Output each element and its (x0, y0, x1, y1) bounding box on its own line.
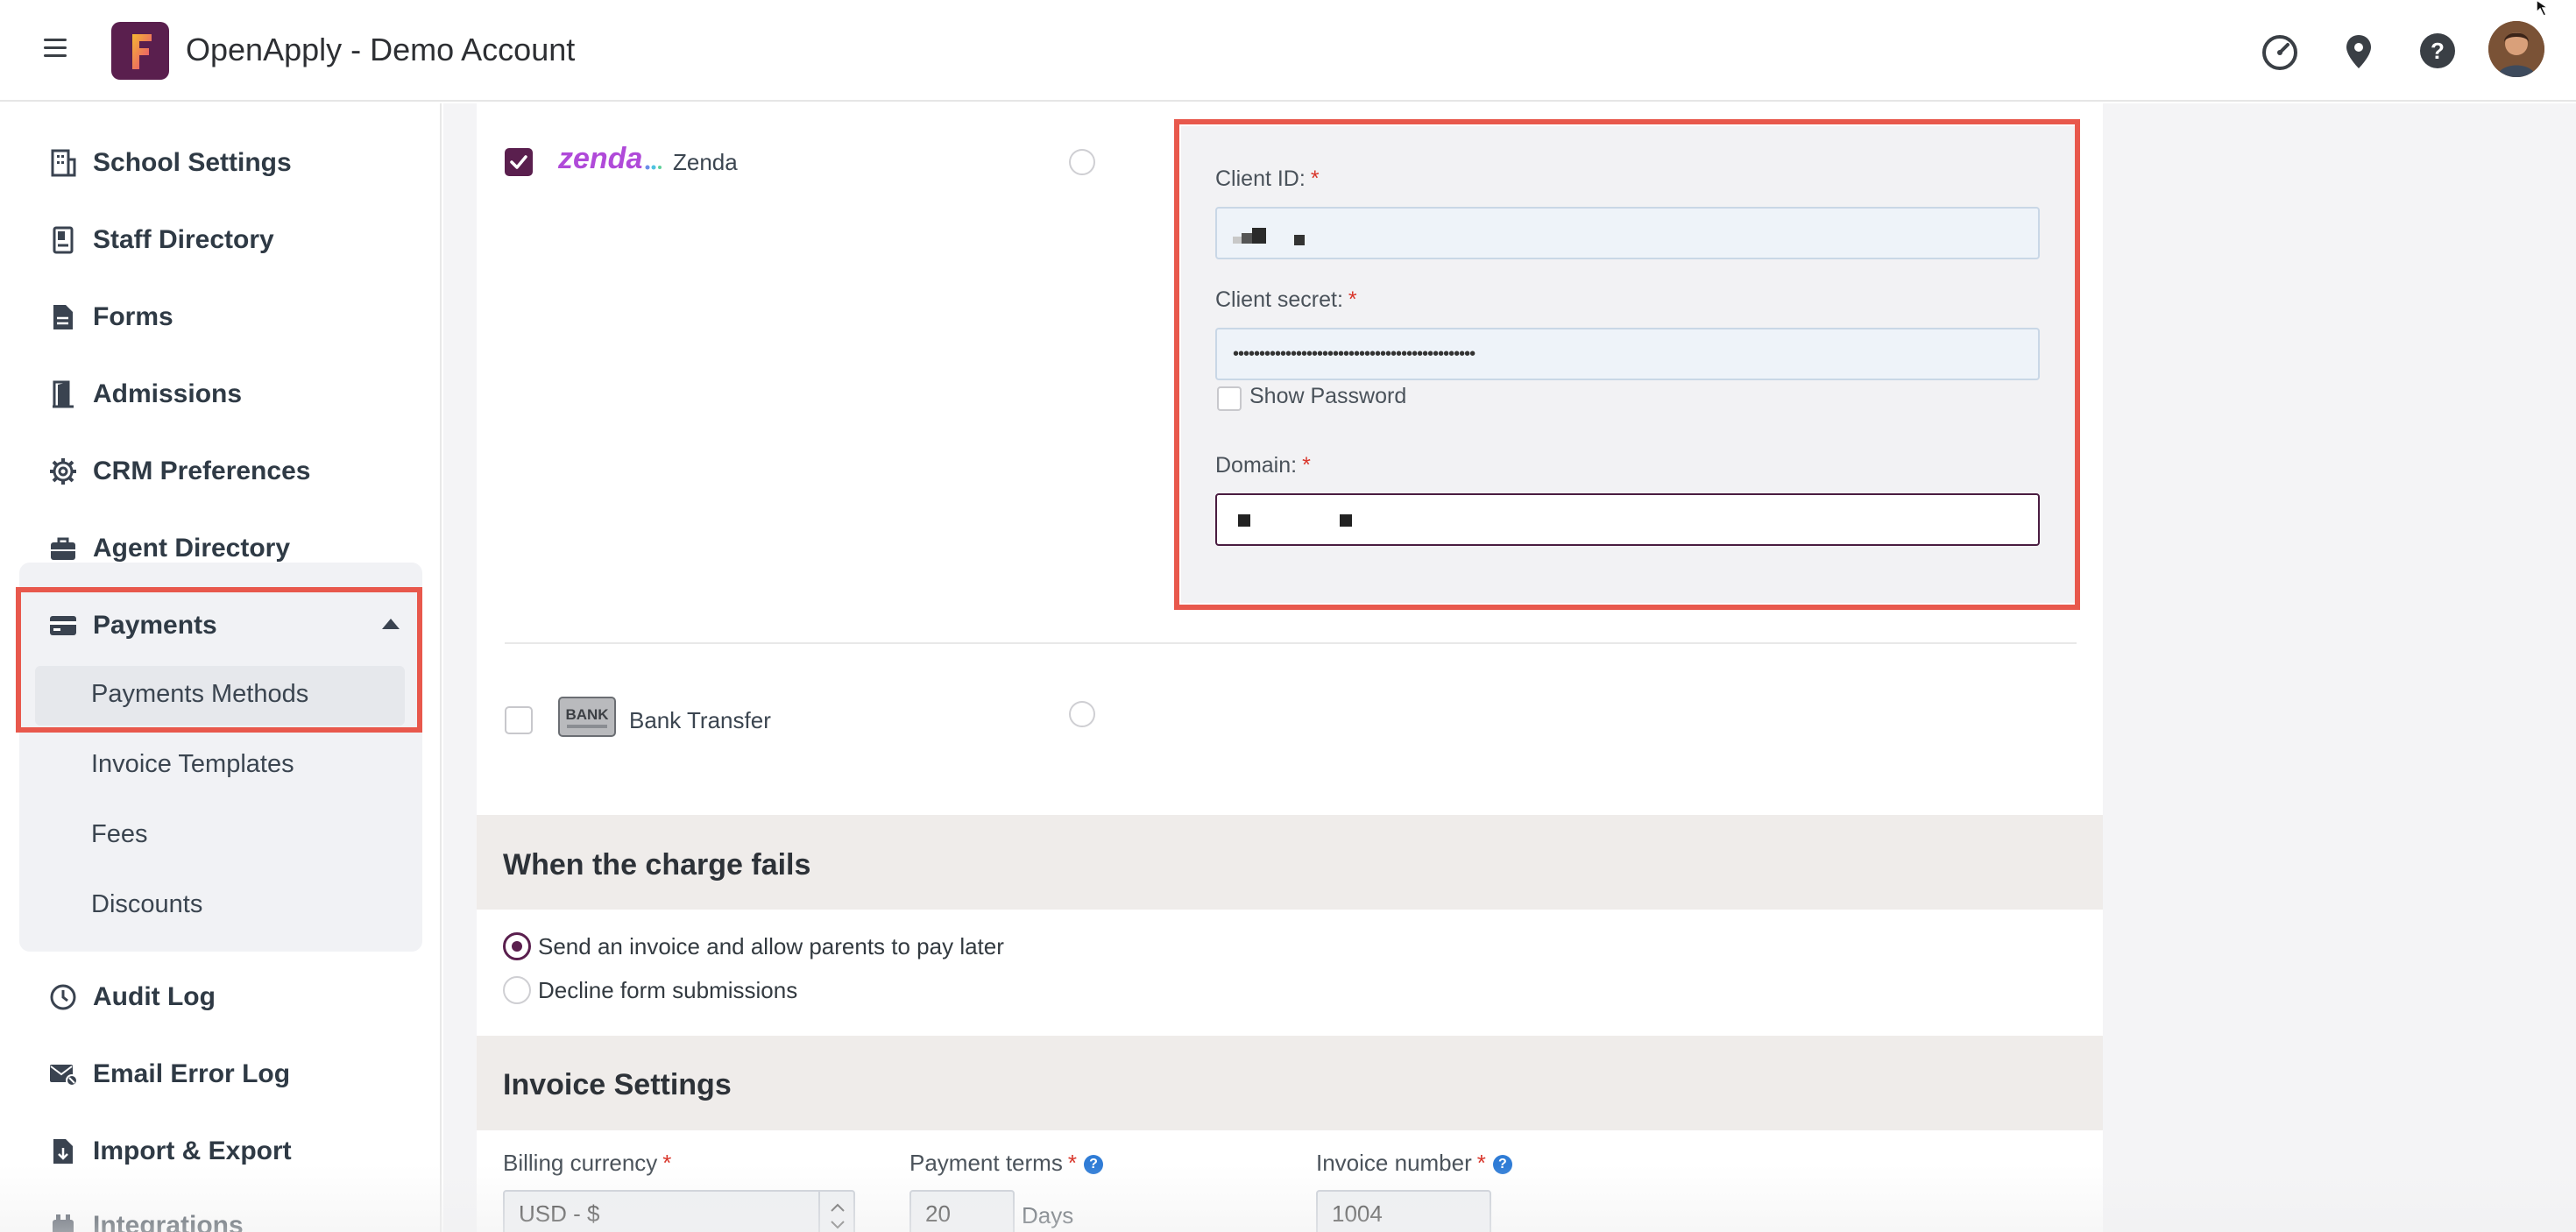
credit-card-icon (46, 608, 81, 643)
briefcase-icon (46, 531, 81, 566)
top-bar: OpenApply - Demo Account ? (0, 0, 2576, 102)
redacted-value (1238, 514, 1352, 527)
payment-terms-unit: Days (1022, 1202, 1074, 1228)
building-icon (46, 145, 81, 181)
show-password-checkbox[interactable] (1217, 386, 1242, 411)
charge-fails-body (477, 910, 2103, 1036)
decline-submissions-label: Decline form submissions (538, 977, 798, 1003)
zenda-provider-name: Zenda (673, 149, 738, 175)
document-icon (46, 300, 81, 335)
charge-fails-title: When the charge fails (503, 848, 811, 882)
invoice-number-help-icon[interactable]: ? (1492, 1155, 1512, 1175)
sidebar-item-audit-log[interactable]: Audit Log (46, 975, 216, 1019)
sidebar-item-label: Import & Export (93, 1136, 292, 1165)
svg-text:?: ? (2431, 38, 2445, 64)
billing-currency-label: Billing currency * (503, 1150, 672, 1176)
sidebar-item-label: Integrations (93, 1211, 244, 1232)
svg-text:zenda: zenda (558, 142, 642, 175)
sidebar-item-import-export[interactable]: Import & Export (46, 1129, 292, 1173)
client-secret-field[interactable]: ••••••••••••••••••••••••••••••••••••••••… (1215, 328, 2040, 380)
sidebar-item-school-settings[interactable]: School Settings (46, 141, 292, 185)
submenu-item-discounts[interactable]: Discounts (91, 890, 202, 919)
hamburger-menu-icon[interactable] (44, 39, 67, 60)
sidebar-item-label: School Settings (93, 148, 292, 177)
zenda-default-radio[interactable] (1069, 149, 1095, 175)
app-logo[interactable] (111, 22, 169, 80)
sidebar-item-staff-directory[interactable]: Staff Directory (46, 218, 274, 262)
sidebar-item-crm-preferences[interactable]: CRM Preferences (46, 450, 310, 493)
billing-currency-value: USD - $ (519, 1200, 600, 1227)
client-id-field[interactable] (1215, 207, 2040, 259)
sidebar-item-label: Audit Log (93, 982, 216, 1011)
sidebar-item-label: Admissions (93, 379, 243, 408)
sidebar-item-label: Payments (93, 611, 217, 640)
payment-terms-label: Payment terms *? (909, 1150, 1103, 1177)
zenda-checkbox[interactable] (505, 148, 533, 176)
client-id-label: Client ID: * (1215, 166, 1320, 191)
send-invoice-radio[interactable] (503, 932, 531, 960)
sidebar-item-label: Agent Directory (93, 534, 291, 563)
invoice-number-label: Invoice number *? (1316, 1150, 1512, 1177)
show-password-label: Show Password (1249, 384, 1407, 408)
sidebar-item-agent-directory[interactable]: Agent Directory (46, 527, 290, 570)
domain-label: Domain: * (1215, 453, 1311, 478)
integrations-icon (46, 1208, 81, 1232)
payment-terms-help-icon[interactable]: ? (1083, 1155, 1103, 1175)
logo-mark-icon (132, 34, 152, 69)
location-icon[interactable] (2339, 32, 2378, 70)
sidebar-item-integrations[interactable]: Integrations (46, 1204, 244, 1232)
client-secret-label: Client secret: * (1215, 287, 1357, 312)
sidebar-item-label: Staff Directory (93, 225, 274, 254)
decline-submissions-radio[interactable] (503, 976, 531, 1004)
sidebar-item-payments[interactable]: Payments (46, 604, 405, 648)
send-invoice-label: Send an invoice and allow parents to pay… (538, 933, 1004, 959)
payment-terms-input[interactable]: 20 (909, 1190, 1015, 1232)
sidebar-item-forms[interactable]: Forms (46, 295, 173, 339)
bank-logo: BANK (558, 697, 616, 737)
mouse-cursor-icon (2535, 0, 2558, 18)
redacted-value (1233, 228, 1305, 245)
email-error-icon (46, 1057, 81, 1092)
submenu-item-fees[interactable]: Fees (91, 820, 147, 849)
app-title: OpenApply - Demo Account (186, 32, 576, 67)
clock-icon (46, 980, 81, 1015)
invoice-settings-title: Invoice Settings (503, 1068, 732, 1101)
invoice-number-input[interactable]: 1004 (1316, 1190, 1491, 1232)
gear-icon (46, 454, 81, 489)
billing-currency-select[interactable]: USD - $ (503, 1190, 855, 1232)
sidebar-item-label: Email Error Log (93, 1059, 291, 1088)
client-secret-value: ••••••••••••••••••••••••••••••••••••••••… (1233, 343, 1476, 364)
book-icon (46, 223, 81, 258)
checkmark-icon (510, 155, 527, 169)
bank-transfer-provider-name: Bank Transfer (629, 707, 771, 733)
sidebar-item-label: Forms (93, 302, 173, 331)
sidebar-item-admissions[interactable]: Admissions (46, 372, 242, 416)
domain-field[interactable] (1215, 493, 2040, 546)
dashboard-icon[interactable] (2261, 32, 2299, 70)
submenu-item-invoice-templates[interactable]: Invoice Templates (91, 750, 294, 779)
avatar[interactable] (2488, 21, 2544, 77)
zenda-logo: zenda (557, 140, 662, 179)
bank-transfer-checkbox[interactable] (505, 706, 533, 734)
sidebar-item-label: CRM Preferences (93, 457, 311, 485)
chevron-up-icon[interactable] (382, 619, 400, 629)
bank-transfer-default-radio[interactable] (1069, 701, 1095, 727)
svg-text:BANK: BANK (565, 706, 609, 723)
door-icon (46, 377, 81, 412)
help-icon[interactable]: ? (2418, 32, 2457, 70)
select-stepper-icon (818, 1192, 853, 1232)
submenu-item-payments-methods[interactable]: Payments Methods (91, 680, 308, 709)
file-import-icon (46, 1134, 81, 1169)
row-divider (505, 642, 2077, 644)
sidebar-item-email-error-log[interactable]: Email Error Log (46, 1052, 290, 1096)
